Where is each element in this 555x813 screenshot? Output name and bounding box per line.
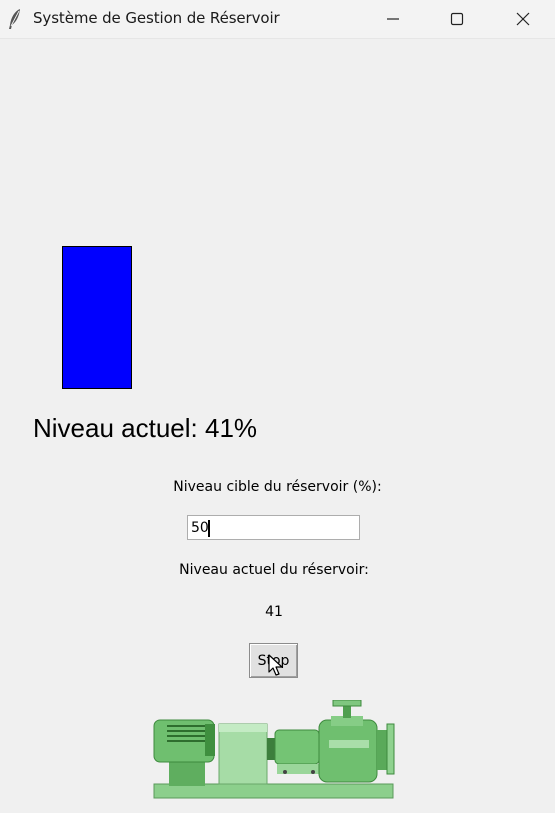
maximize-button[interactable] [434, 0, 480, 38]
current-level-heading: Niveau actuel: 41% [33, 413, 258, 443]
target-level-field[interactable] [187, 515, 360, 540]
close-button[interactable] [500, 0, 546, 38]
feather-icon [7, 8, 23, 30]
text-caret [208, 520, 210, 537]
minimize-button[interactable] [370, 0, 416, 38]
stop-button[interactable]: Stop [249, 643, 298, 678]
title-separator [0, 38, 555, 39]
window-title: Système de Gestion de Réservoir [33, 9, 280, 27]
maximize-icon [450, 12, 464, 26]
tank-level-bar [62, 246, 132, 389]
close-icon [516, 12, 530, 26]
pump-image [153, 699, 395, 800]
current-level-label: Niveau actuel du réservoir: [179, 562, 369, 578]
target-level-input[interactable] [188, 516, 359, 539]
title-bar: Système de Gestion de Réservoir [0, 0, 555, 38]
target-level-label: Niveau cible du réservoir (%): [173, 479, 382, 495]
minimize-icon [387, 18, 399, 20]
current-level-value: 41 [265, 604, 283, 620]
